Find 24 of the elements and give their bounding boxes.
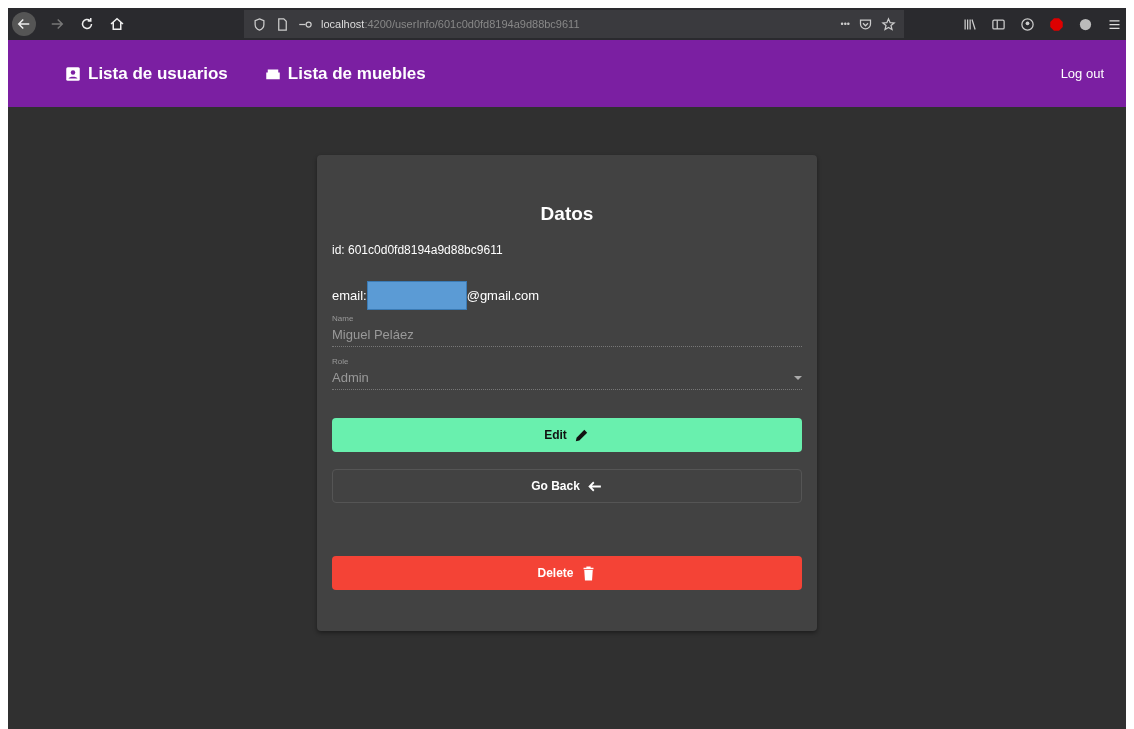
user-id: id: 601c0d0fd8194a9d88bc9611 bbox=[332, 243, 503, 257]
edit-button[interactable]: Edit bbox=[332, 418, 802, 452]
contact-card-icon bbox=[64, 64, 82, 83]
nav-link[interactable]: Lista de muebles bbox=[263, 63, 426, 84]
address-bar[interactable]: localhost:4200/userInfo/601c0d0fd8194a9d88bc9611 ••• bbox=[244, 10, 904, 38]
email-label: email: bbox=[332, 288, 367, 303]
shield-icon bbox=[252, 16, 267, 32]
dropdown-caret-icon bbox=[794, 375, 802, 380]
account-icon[interactable] bbox=[1020, 16, 1035, 32]
home-icon[interactable] bbox=[108, 15, 126, 33]
card-title: Datos bbox=[540, 203, 594, 225]
logout-link[interactable]: Log out bbox=[1060, 66, 1104, 81]
email-domain: @gmail.com bbox=[466, 288, 540, 303]
star-icon[interactable] bbox=[881, 16, 896, 32]
pocket-icon[interactable] bbox=[858, 16, 873, 32]
back-icon[interactable] bbox=[12, 12, 36, 36]
sidebar-icon[interactable] bbox=[991, 16, 1006, 32]
library-icon[interactable] bbox=[962, 16, 977, 32]
more-actions-icon[interactable]: ••• bbox=[840, 19, 850, 29]
url-text: localhost:4200/userInfo/601c0d0fd8194a9d88bc9611 bbox=[321, 18, 580, 30]
page-icon bbox=[275, 16, 290, 32]
nav-link[interactable]: Lista de usuarios bbox=[64, 63, 228, 84]
delete-button[interactable]: Delete bbox=[332, 556, 802, 590]
go-back-button[interactable]: Go Back bbox=[332, 469, 802, 503]
